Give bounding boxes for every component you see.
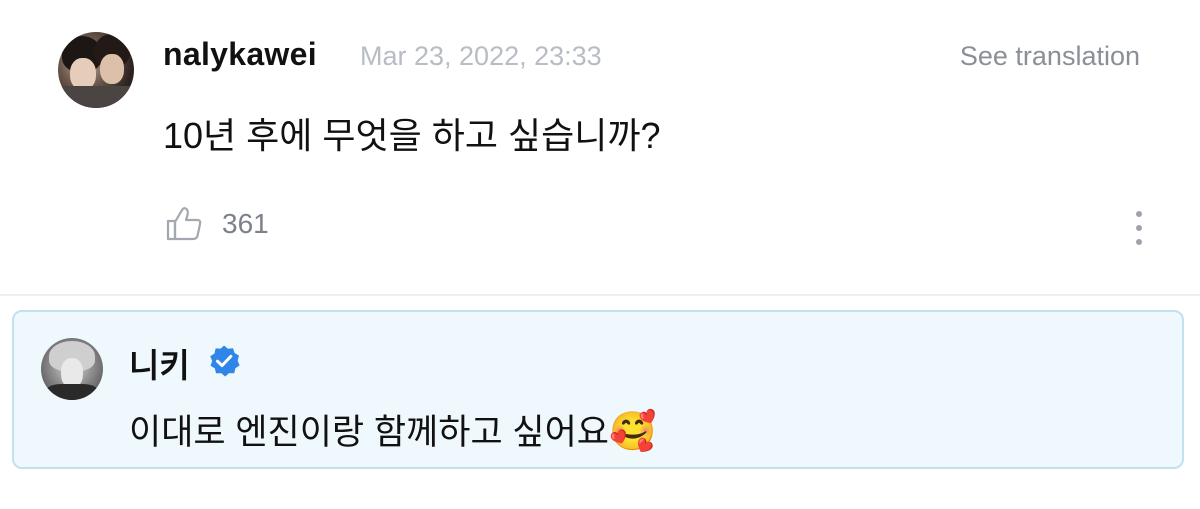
- post-timestamp: Mar 23, 2022, 23:33: [360, 41, 602, 71]
- verified-badge-icon: [210, 345, 240, 377]
- reply-author-avatar[interactable]: [41, 338, 103, 400]
- like-count: 361: [222, 208, 269, 239]
- smiling-face-with-hearts-emoji: 🥰: [608, 411, 657, 453]
- reply-text: 이대로 엔진이랑 함께하고 싶어요🥰: [129, 404, 656, 455]
- reply-card: 니키 이대로 엔진이랑 함께하고 싶어요🥰: [12, 310, 1184, 469]
- more-vertical-icon[interactable]: [1124, 208, 1154, 248]
- see-translation-link[interactable]: See translation: [960, 41, 1140, 72]
- post-author-name[interactable]: nalykawei: [163, 36, 317, 73]
- divider: [0, 294, 1200, 296]
- reply-author-name[interactable]: 니키: [129, 339, 190, 387]
- post-text: 10년 후에 무엇을 하고 싶습니까?: [163, 115, 661, 156]
- post-author-avatar[interactable]: [58, 32, 134, 108]
- post-card: nalykawei Mar 23, 2022, 23:33 See transl…: [0, 0, 1200, 294]
- thumbs-up-icon[interactable]: [165, 206, 203, 242]
- reply-message: 이대로 엔진이랑 함께하고 싶어요: [129, 413, 609, 452]
